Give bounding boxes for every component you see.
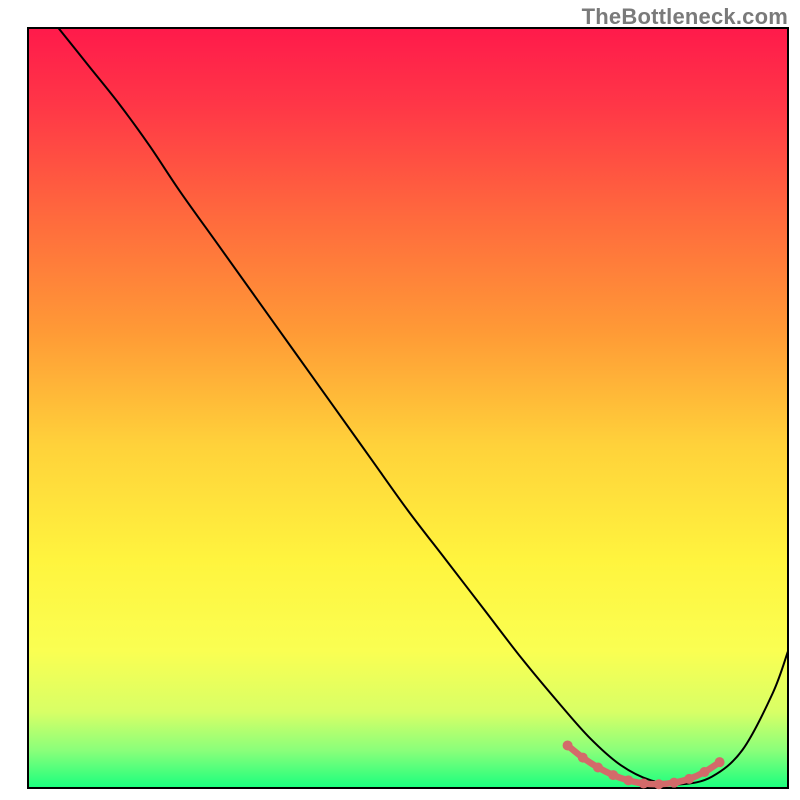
bottleneck-chart: TheBottleneck.com xyxy=(0,0,800,800)
gradient-background xyxy=(28,28,788,788)
chart-svg xyxy=(0,0,800,800)
watermark-text: TheBottleneck.com xyxy=(582,4,788,30)
optimal-range-dot xyxy=(715,757,725,767)
plot-area xyxy=(28,28,788,789)
